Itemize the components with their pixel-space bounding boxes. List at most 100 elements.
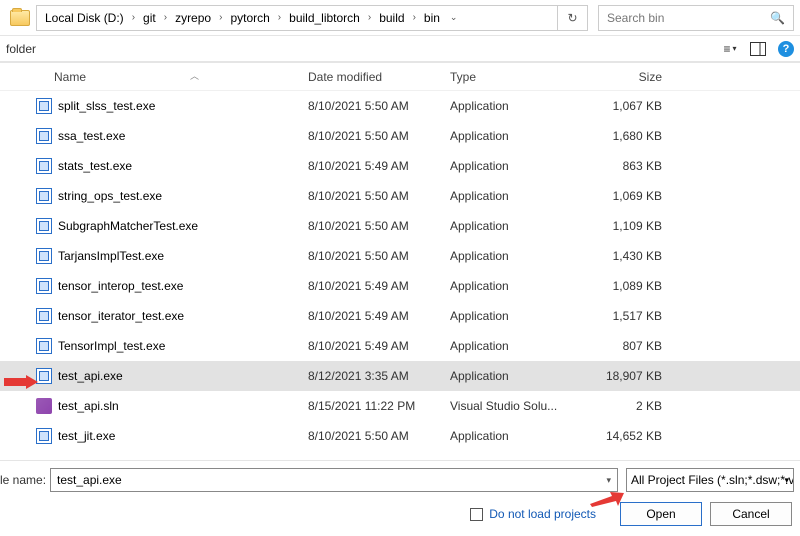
cancel-button[interactable]: Cancel [710, 502, 792, 526]
file-name: split_slss_test.exe [58, 99, 155, 113]
application-file-icon [36, 308, 52, 324]
file-size: 2 KB [562, 399, 692, 413]
chevron-right-icon: › [411, 12, 418, 23]
file-size: 1,109 KB [562, 219, 692, 233]
file-date: 8/12/2021 3:35 AM [298, 369, 440, 383]
file-name: TensorImpl_test.exe [58, 339, 165, 353]
sort-indicator-icon: ︿ [190, 69, 199, 82]
file-size: 1,680 KB [562, 129, 692, 143]
column-size[interactable]: Size [562, 70, 692, 84]
chevron-down-icon[interactable]: ⌄ [446, 12, 466, 23]
file-type: Visual Studio Solu... [440, 399, 562, 413]
preview-pane-button[interactable] [744, 38, 772, 60]
file-row[interactable]: ssa_test.exe 8/10/2021 5:50 AMApplication… [0, 121, 800, 151]
chevron-right-icon: › [130, 12, 137, 23]
solution-file-icon [36, 398, 52, 414]
application-file-icon [36, 248, 52, 264]
application-file-icon [36, 278, 52, 294]
folder-label: folder [6, 42, 36, 56]
chevron-right-icon: › [162, 12, 169, 23]
file-type: Application [440, 189, 562, 203]
file-date: 8/10/2021 5:50 AM [298, 129, 440, 143]
file-date: 8/10/2021 5:49 AM [298, 279, 440, 293]
file-row[interactable]: stats_test.exe8/10/2021 5:49 AMApplicati… [0, 151, 800, 181]
help-icon: ? [778, 41, 794, 57]
file-row[interactable]: string_ops_test.exe 8/10/2021 5:50 AMAppl… [0, 181, 800, 211]
file-row[interactable]: TarjansImplTest.exe 8/10/2021 5:50 AMAppl… [0, 241, 800, 271]
application-file-icon [36, 188, 52, 204]
checkbox-icon [470, 508, 483, 521]
breadcrumb-segment[interactable]: git [139, 11, 160, 25]
file-date: 8/10/2021 5:50 AM [298, 249, 440, 263]
open-button[interactable]: Open [620, 502, 702, 526]
file-date: 8/10/2021 5:49 AM [298, 339, 440, 353]
file-name: tensor_interop_test.exe [58, 279, 183, 293]
column-date[interactable]: Date modified [298, 70, 440, 84]
file-type: Application [440, 279, 562, 293]
file-type: Application [440, 249, 562, 263]
breadcrumb-segment[interactable]: build [375, 11, 408, 25]
column-headers: Name︿ Date modified Type Size [0, 63, 800, 91]
address-bar: Local Disk (D:)›git›zyrepo›pytorch›build… [0, 0, 800, 36]
file-type-filter[interactable]: All Project Files (*.sln;*.dsw;*.vc ▾ [626, 468, 794, 492]
file-date: 8/10/2021 5:50 AM [298, 219, 440, 233]
file-row[interactable]: tensor_iterator_test.exe 8/10/2021 5:49 A… [0, 301, 800, 331]
search-input[interactable]: Search bin 🔍 [598, 5, 794, 31]
file-date: 8/10/2021 5:50 AM [298, 99, 440, 113]
file-size: 807 KB [562, 339, 692, 353]
chevron-right-icon: › [217, 12, 224, 23]
search-icon: 🔍 [770, 11, 785, 25]
breadcrumb-segment[interactable]: pytorch [226, 11, 273, 25]
file-size: 1,067 KB [562, 99, 692, 113]
file-row[interactable]: tensor_interop_test.exe 8/10/2021 5:49 AM… [0, 271, 800, 301]
breadcrumb[interactable]: Local Disk (D:)›git›zyrepo›pytorch›build… [36, 5, 558, 31]
filename-label: le name: [0, 473, 50, 487]
application-file-icon [36, 338, 52, 354]
file-row[interactable]: TensorImpl_test.exe8/10/2021 5:49 AMAppl… [0, 331, 800, 361]
file-name: ssa_test.exe [58, 129, 125, 143]
filename-value: test_api.exe [57, 473, 122, 487]
chevron-down-icon: ▾ [606, 475, 611, 486]
view-options-button[interactable]: ≡ ▾ [716, 38, 744, 60]
column-name[interactable]: Name︿ [0, 70, 298, 84]
breadcrumb-segment[interactable]: Local Disk (D:) [41, 11, 128, 25]
file-row[interactable]: test_api.exe8/12/2021 3:35 AMApplication… [0, 361, 800, 391]
breadcrumb-segment[interactable]: build_libtorch [285, 11, 364, 25]
file-size: 18,907 KB [562, 369, 692, 383]
filename-input[interactable]: test_api.exe ▾ [50, 468, 618, 492]
file-date: 8/10/2021 5:49 AM [298, 159, 440, 173]
application-file-icon [36, 218, 52, 234]
filter-label: All Project Files (*.sln;*.dsw;*.vc [631, 473, 794, 487]
file-row[interactable]: SubgraphMatcherTest.exe 8/10/2021 5:50 AM… [0, 211, 800, 241]
bottom-panel: le name: test_api.exe ▾ All Project File… [0, 460, 800, 536]
file-date: 8/15/2021 11:22 PM [298, 399, 440, 413]
file-name: SubgraphMatcherTest.exe [58, 219, 198, 233]
file-name: test_api.exe [58, 369, 123, 383]
breadcrumb-segment[interactable]: bin [420, 11, 444, 25]
file-date: 8/10/2021 5:49 AM [298, 309, 440, 323]
file-row[interactable]: test_jit.exe8/10/2021 5:50 AMApplication… [0, 421, 800, 451]
chevron-right-icon: › [276, 12, 283, 23]
file-name: string_ops_test.exe [58, 189, 162, 203]
file-row[interactable]: test_api.sln8/15/2021 11:22 PMVisual Stu… [0, 391, 800, 421]
file-size: 1,069 KB [562, 189, 692, 203]
application-file-icon [36, 368, 52, 384]
file-list: Name︿ Date modified Type Size split_slss… [0, 62, 800, 460]
file-date: 8/10/2021 5:50 AM [298, 189, 440, 203]
checkbox-label: Do not load projects [489, 507, 596, 521]
file-size: 1,430 KB [562, 249, 692, 263]
file-row[interactable]: split_slss_test.exe 8/10/2021 5:50 AMAppl… [0, 91, 800, 121]
file-type: Application [440, 309, 562, 323]
help-button[interactable]: ? [772, 38, 800, 60]
file-type: Application [440, 99, 562, 113]
application-file-icon [36, 158, 52, 174]
file-name: stats_test.exe [58, 159, 132, 173]
breadcrumb-segment[interactable]: zyrepo [171, 11, 215, 25]
file-type: Application [440, 129, 562, 143]
file-size: 1,517 KB [562, 309, 692, 323]
refresh-button[interactable]: ↻ [558, 5, 588, 31]
file-name: tensor_iterator_test.exe [58, 309, 184, 323]
file-name: TarjansImplTest.exe [58, 249, 164, 263]
column-type[interactable]: Type [440, 70, 562, 84]
do-not-load-projects-checkbox[interactable]: Do not load projects [470, 507, 596, 521]
